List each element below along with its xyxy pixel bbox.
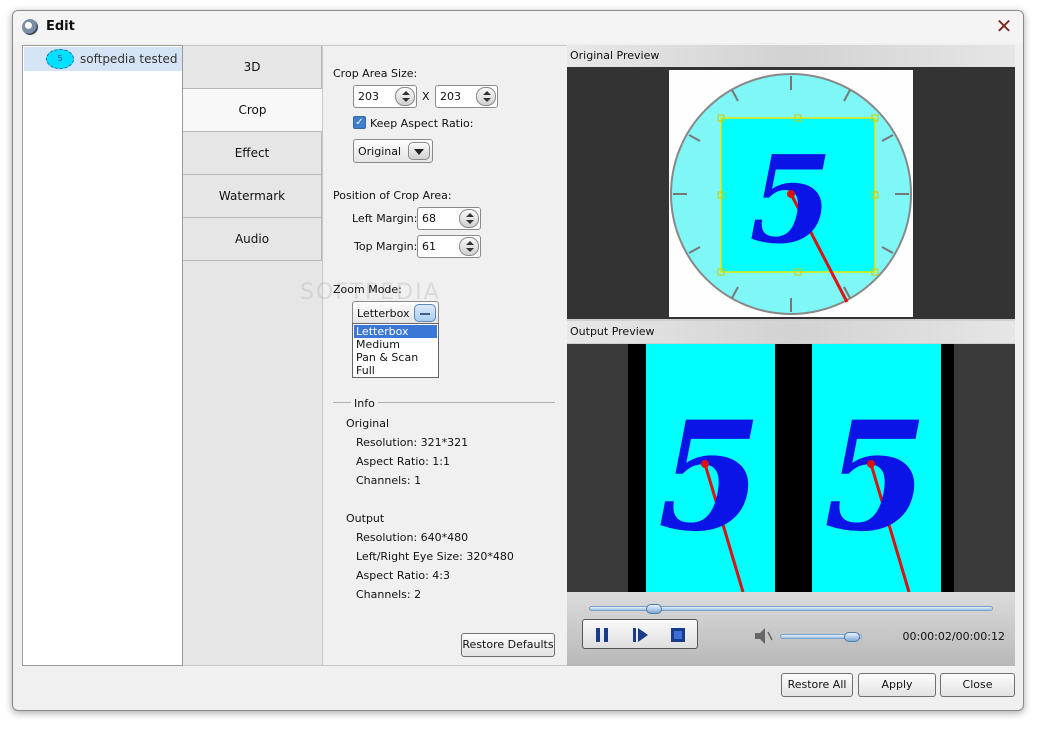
zoom-mode-options: Letterbox Medium Pan & Scan Full xyxy=(352,323,439,378)
app-icon xyxy=(22,19,38,35)
step-forward-icon[interactable] xyxy=(631,626,649,644)
crop-size-separator: X xyxy=(422,90,430,103)
restore-all-button[interactable]: Restore All xyxy=(781,673,853,697)
volume-icon[interactable] xyxy=(753,627,773,645)
output-heading: Output xyxy=(346,512,385,525)
transport-buttons xyxy=(582,619,698,649)
original-heading: Original xyxy=(346,417,390,430)
playback-controls: 00:00:02/00:00:12 xyxy=(567,592,1015,666)
original-aspect-ratio: Aspect Ratio: 1:1 xyxy=(356,455,451,468)
output-frame-image: 5 5 xyxy=(628,344,954,593)
zoom-mode-label: Zoom Mode: xyxy=(333,283,402,296)
tab-watermark[interactable]: Watermark xyxy=(183,175,322,218)
output-preview: 5 5 xyxy=(567,344,1015,593)
crop-position-label: Position of Crop Area: xyxy=(333,189,452,202)
clock-frame-image: 5 xyxy=(670,73,912,315)
info-title: Info xyxy=(351,397,378,410)
list-item-label: softpedia tested xyxy=(80,52,178,66)
tab-effect[interactable]: Effect xyxy=(183,132,322,175)
top-margin-spinner[interactable]: 61 xyxy=(417,235,481,258)
top-margin-stepper[interactable] xyxy=(459,237,479,256)
frame-digit: 5 xyxy=(749,130,833,271)
original-channels: Channels: 1 xyxy=(356,474,422,487)
aspect-ratio-select[interactable]: Original xyxy=(353,139,433,163)
seek-thumb[interactable] xyxy=(645,604,662,614)
restore-defaults-button[interactable]: Restore Defaults xyxy=(461,633,555,657)
keep-aspect-checkbox[interactable]: ✓ xyxy=(353,116,366,129)
keep-aspect-label: Keep Aspect Ratio: xyxy=(370,117,474,130)
tab-3d[interactable]: 3D xyxy=(183,46,322,89)
aspect-ratio-value: Original xyxy=(358,145,402,158)
left-margin-spinner[interactable]: 68 xyxy=(417,207,481,230)
crop-width-stepper[interactable] xyxy=(395,87,415,106)
left-margin-stepper[interactable] xyxy=(459,209,479,228)
output-resolution: Resolution: 640*480 xyxy=(356,531,469,544)
close-button[interactable]: Close xyxy=(940,673,1015,697)
crop-width-spinner[interactable]: 203 xyxy=(353,85,417,108)
left-margin-label: Left Margin: xyxy=(352,212,418,225)
top-margin-label: Top Margin: xyxy=(354,240,418,253)
preview-panel: Original Preview 5 Output Preview 5 5 00… xyxy=(567,45,1015,666)
tab-audio[interactable]: Audio xyxy=(183,218,322,261)
crop-height-spinner[interactable]: 203 xyxy=(435,85,498,108)
output-channels: Channels: 2 xyxy=(356,588,422,601)
stop-icon[interactable] xyxy=(669,626,687,644)
output-right-digit: 5 xyxy=(824,389,928,565)
crop-width-value: 203 xyxy=(358,90,379,103)
left-margin-value: 68 xyxy=(422,212,436,225)
crop-height-stepper[interactable] xyxy=(476,87,496,106)
title-bar: Edit ✕ xyxy=(13,11,1023,43)
output-eye-size: Left/Right Eye Size: 320*480 xyxy=(356,550,514,563)
apply-button[interactable]: Apply xyxy=(858,673,936,697)
edit-tabs: 3D Crop Effect Watermark Audio xyxy=(183,45,322,666)
zoom-mode-select[interactable]: Letterbox xyxy=(352,301,439,325)
zoom-option-letterbox[interactable]: Letterbox xyxy=(354,325,437,338)
playback-time: 00:00:02/00:00:12 xyxy=(902,630,1005,643)
volume-thumb[interactable] xyxy=(844,632,861,642)
tab-crop[interactable]: Crop xyxy=(183,89,322,132)
pause-icon[interactable] xyxy=(593,626,611,644)
original-frame: 5 xyxy=(669,70,913,317)
original-preview-header: Original Preview xyxy=(567,45,1015,67)
crop-area-size-label: Crop Area Size: xyxy=(333,67,418,80)
file-list[interactable]: 5 softpedia tested xyxy=(22,45,183,666)
top-margin-value: 61 xyxy=(422,240,436,253)
list-item[interactable]: 5 softpedia tested xyxy=(24,47,182,71)
zoom-option-medium[interactable]: Medium xyxy=(354,338,437,351)
chevron-down-icon[interactable] xyxy=(408,142,430,160)
dropdown-button-icon[interactable] xyxy=(414,304,436,322)
window-title: Edit xyxy=(46,19,75,34)
original-resolution: Resolution: 321*321 xyxy=(356,436,469,449)
zoom-mode-value: Letterbox xyxy=(357,307,410,320)
zoom-option-full[interactable]: Full xyxy=(354,364,437,377)
close-icon[interactable]: ✕ xyxy=(993,15,1015,37)
output-preview-header: Output Preview xyxy=(567,321,1015,343)
output-aspect-ratio: Aspect Ratio: 4:3 xyxy=(356,569,451,582)
original-preview: 5 xyxy=(567,67,1015,319)
output-left-digit: 5 xyxy=(658,389,762,565)
video-thumbnail-icon: 5 xyxy=(46,49,74,69)
zoom-option-pan-scan[interactable]: Pan & Scan xyxy=(354,351,437,364)
crop-height-value: 203 xyxy=(440,90,461,103)
